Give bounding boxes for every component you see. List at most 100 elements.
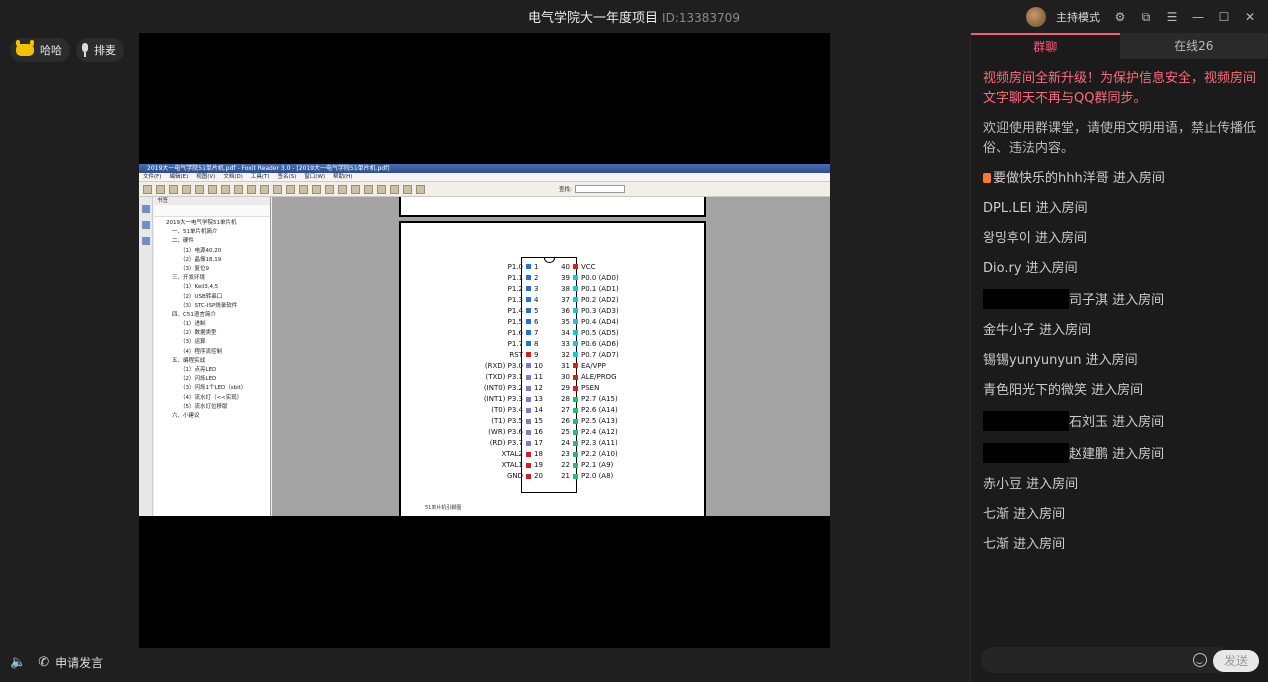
side-icon-strip <box>139 197 153 516</box>
bookmark-item: （1）点亮LED <box>180 367 217 373</box>
join-suffix: 进入房间 <box>1021 261 1078 276</box>
join-user-name[interactable]: 要做快乐的hhh洋哥 <box>993 171 1109 186</box>
left-toolbar: 哈哈 排麦 <box>10 38 124 62</box>
pin-number: 24 <box>561 439 570 448</box>
user-name: 哈哈 <box>40 44 62 57</box>
join-user-name[interactable]: 司子淇 <box>1069 293 1108 308</box>
pin-label: ALE/PROG <box>581 373 617 381</box>
document-page: 51单片机引脚图 P1.0 1 P1.1 2 P1.2 3 P1.3 4 P1.4 5 P1.5 6 P… <box>399 221 706 516</box>
join-suffix: 进入房间 <box>1030 231 1087 246</box>
pin-marker <box>573 286 578 292</box>
join-message: 왕밍후이 进入房间 <box>983 229 1256 249</box>
pin-marker <box>573 473 578 479</box>
speaker-icon[interactable]: 🔈 <box>10 655 26 670</box>
pin-label: P2.5 (A13) <box>581 417 618 426</box>
toolbar-icon <box>416 184 425 194</box>
pin-marker <box>573 308 578 314</box>
bookmark-item: 四、C51语言简介 <box>172 311 216 318</box>
queue-button[interactable]: 排麦 <box>76 38 124 62</box>
pin-label: P1.2 <box>507 284 523 293</box>
join-user-name[interactable]: DPL.LEI <box>983 201 1032 216</box>
bookmark-item: （2）数据类型 <box>180 330 217 337</box>
pin-label: (T0) P3.4 <box>491 406 523 415</box>
pin-marker <box>573 462 578 468</box>
maximize-icon[interactable]: ☐ <box>1216 9 1232 25</box>
member-badge-icon <box>983 173 991 183</box>
chip-pin: RST 9 <box>401 349 548 360</box>
pin-marker <box>573 385 578 391</box>
chip-pin: (INT1) P3.3 13 <box>401 394 548 405</box>
gear-icon[interactable]: ⚙ <box>1112 9 1128 25</box>
join-suffix: 进入房间 <box>1035 323 1092 338</box>
host-mode-label[interactable]: 主持模式 <box>1056 9 1100 25</box>
send-button[interactable]: 发送 <box>1213 650 1259 672</box>
chat-panel: 群聊 在线26 视频房间全新升级！为保护信息安全，视频房间文字聊天不再与QQ群同… <box>970 33 1268 682</box>
join-suffix: 进入房间 <box>1022 477 1079 492</box>
join-user-name[interactable]: 七渐 <box>983 507 1009 522</box>
join-user-name[interactable]: 青色阳光下的微笑 <box>983 383 1087 398</box>
pin-marker <box>526 429 531 435</box>
join-user-name[interactable]: 锡锡yunyunyun <box>983 353 1082 368</box>
join-user-name[interactable]: Dio.ry <box>983 261 1022 276</box>
pin-label: P0.0 (AD0) <box>581 273 619 282</box>
pin-number: 13 <box>534 395 543 404</box>
join-message: 锡锡yunyunyun 进入房间 <box>983 351 1256 371</box>
pin-marker <box>526 462 531 468</box>
chip-pin: P1.4 5 <box>401 305 548 316</box>
shared-screen: 2019大一电气学院51单片机.pdf - Foxit Reader 3.0 -… <box>139 164 830 516</box>
pin-marker <box>526 286 531 292</box>
shared-menu-bar: 文件(F) 编辑(E) 视图(V) 文档(D) 工具(T) 签名(S) 窗口(W) 帮助(H) <box>139 173 830 182</box>
bookmark-item: 三、开发环境 <box>172 275 206 282</box>
apply-speak-label: 申请发言 <box>55 656 104 670</box>
tab-chat[interactable]: 群聊 <box>971 33 1120 59</box>
apply-speak-button[interactable]: ✆ 申请发言 <box>38 654 103 671</box>
find-box: 查找: <box>559 185 625 193</box>
pin-number: 33 <box>561 339 570 348</box>
bottom-controls: 🔈 ✆ 申请发言 <box>10 654 103 671</box>
pin-marker <box>526 297 531 303</box>
menu-icon[interactable]: ☰ <box>1164 9 1180 25</box>
join-user-name[interactable]: 金牛小子 <box>983 323 1035 338</box>
pin-number: 36 <box>561 306 570 315</box>
join-user-name[interactable]: 石刘玉 <box>1069 415 1108 430</box>
pin-label: (WR) P3.6 <box>488 428 523 437</box>
chip-pin: 25 P2.4 (A12) <box>556 427 618 438</box>
join-message: 赵建鹏 进入房间 <box>983 443 1256 465</box>
tab-online[interactable]: 在线26 <box>1119 33 1268 59</box>
pin-marker <box>573 330 578 336</box>
pin-number: 3 <box>534 284 539 293</box>
host-avatar[interactable] <box>1026 7 1046 27</box>
popout-icon[interactable]: ⧉ <box>1138 9 1154 25</box>
close-icon[interactable]: ✕ <box>1242 9 1258 25</box>
emoji-icon[interactable] <box>1193 653 1207 667</box>
join-message: 七渐 进入房间 <box>983 535 1256 555</box>
chip-pin: 24 P2.3 (A11) <box>556 438 618 449</box>
chip-pin: XTAL1 19 <box>401 460 548 471</box>
shared-menu-item: 编辑(E) <box>169 174 189 180</box>
shared-menu-item: 文件(F) <box>143 174 162 180</box>
pin-number: 28 <box>561 395 570 404</box>
join-user-name[interactable]: 七渐 <box>983 537 1009 552</box>
pin-label: P2.3 (A11) <box>581 439 618 448</box>
chip-pin: GND 20 <box>401 471 548 482</box>
join-user-name[interactable]: 赤小豆 <box>983 477 1022 492</box>
chip-pin: 39 P0.0 (AD0) <box>556 272 619 283</box>
pin-number: 9 <box>534 350 539 359</box>
pin-label: P0.5 (AD5) <box>581 328 619 337</box>
join-user-name[interactable]: 赵建鹏 <box>1069 447 1108 462</box>
toolbar-icon <box>351 184 360 194</box>
pin-label: (INT0) P3.2 <box>483 384 523 393</box>
pin-label: XTAL2 <box>501 450 523 459</box>
pin-number: 5 <box>534 306 539 315</box>
minimize-icon[interactable]: — <box>1190 9 1206 25</box>
chip-pin: (RXD) P3.0 10 <box>401 360 548 371</box>
join-suffix: 进入房间 <box>1031 201 1088 216</box>
pin-label: P0.2 (AD2) <box>581 295 619 304</box>
pin-label: P2.1 (A9) <box>581 461 614 470</box>
user-pill[interactable]: 哈哈 <box>10 38 70 62</box>
pin-marker <box>526 330 531 336</box>
screen-share-view[interactable]: 2019大一电气学院51单片机.pdf - Foxit Reader 3.0 -… <box>139 33 830 648</box>
redacted-block <box>983 443 1069 463</box>
pin-label: P1.1 <box>507 273 523 282</box>
join-user-name[interactable]: 왕밍후이 <box>983 231 1031 246</box>
